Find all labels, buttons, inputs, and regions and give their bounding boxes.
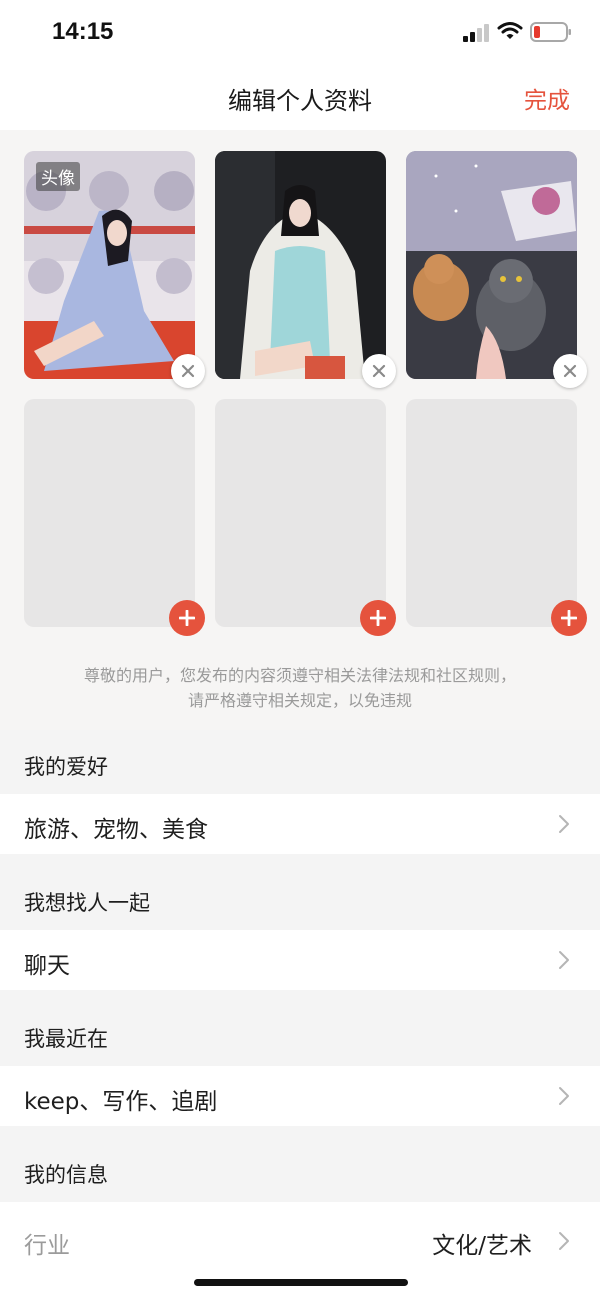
add-photo-button[interactable] <box>169 600 205 636</box>
industry-label: 行业 <box>24 1233 70 1259</box>
chevron-right-icon <box>559 815 569 833</box>
close-icon <box>181 364 195 378</box>
empty-photo-slot-6[interactable] <box>406 399 587 636</box>
home-indicator <box>194 1279 408 1286</box>
remove-photo-button[interactable] <box>171 354 205 388</box>
notice-line-1: 尊敬的用户，您发布的内容须遵守相关法律法规和社区规则， <box>83 666 516 685</box>
wifi-icon <box>497 22 523 39</box>
row-value: 聊天 <box>24 953 70 979</box>
page-title: 编辑个人资料 <box>228 87 372 115</box>
photo-grid: 头像 尊敬的用户，您发布的内容须遵守相关法律法规和社区规则， 请严格遵守相关规定… <box>0 130 600 730</box>
section-header-find-together: 我想找人一起 <box>0 866 600 930</box>
row-value: keep、写作、追剧 <box>24 1089 218 1115</box>
plus-icon <box>370 610 386 626</box>
remove-photo-button[interactable] <box>362 354 396 388</box>
photo-slot-3[interactable] <box>406 151 587 388</box>
section-title: 我最近在 <box>24 1027 108 1051</box>
chevron-right-icon <box>559 1087 569 1105</box>
content-notice: 尊敬的用户，您发布的内容须遵守相关法律法规和社区规则， 请严格遵守相关规定，以免… <box>0 663 600 713</box>
status-time: 14:15 <box>52 18 114 45</box>
empty-photo-slot-4[interactable] <box>24 399 205 636</box>
row-recently[interactable]: keep、写作、追剧 <box>0 1066 600 1126</box>
remove-photo-button[interactable] <box>553 354 587 388</box>
done-button[interactable]: 完成 <box>524 81 570 115</box>
avatar-tag: 头像 <box>36 162 80 191</box>
industry-value: 文化/艺术 <box>432 1233 532 1259</box>
photo-slot-2[interactable] <box>215 151 396 388</box>
photo-image <box>406 151 577 379</box>
plus-icon <box>561 610 577 626</box>
signal-icon <box>463 24 489 42</box>
empty-photo-slot-5[interactable] <box>215 399 396 636</box>
add-photo-button[interactable] <box>360 600 396 636</box>
photo-slot-1[interactable]: 头像 <box>24 151 205 388</box>
row-hobbies[interactable]: 旅游、宠物、美食 <box>0 794 600 854</box>
empty-slot-fill <box>215 399 386 627</box>
row-value: 旅游、宠物、美食 <box>24 817 208 843</box>
section-title: 我的信息 <box>24 1163 108 1187</box>
battery-low-icon <box>530 22 571 42</box>
section-header-my-info: 我的信息 <box>0 1138 600 1202</box>
status-bar: 14:15 <box>0 0 600 64</box>
plus-icon <box>179 610 195 626</box>
close-icon <box>372 364 386 378</box>
empty-slot-fill <box>406 399 577 627</box>
chevron-right-icon <box>559 1232 569 1250</box>
section-title: 我想找人一起 <box>24 891 150 915</box>
row-find-together[interactable]: 聊天 <box>0 930 600 990</box>
photo-image <box>215 151 386 379</box>
section-title: 我的爱好 <box>24 755 108 779</box>
add-photo-button[interactable] <box>551 600 587 636</box>
photo-2 <box>215 151 386 379</box>
chevron-right-icon <box>559 951 569 969</box>
notice-line-2: 请严格遵守相关规定，以免违规 <box>187 691 412 710</box>
section-header-hobbies: 我的爱好 <box>0 730 600 794</box>
photo-3 <box>406 151 577 379</box>
section-header-recently: 我最近在 <box>0 1002 600 1066</box>
close-icon <box>563 364 577 378</box>
nav-bar: 编辑个人资料 完成 <box>0 64 600 130</box>
empty-slot-fill <box>24 399 195 627</box>
